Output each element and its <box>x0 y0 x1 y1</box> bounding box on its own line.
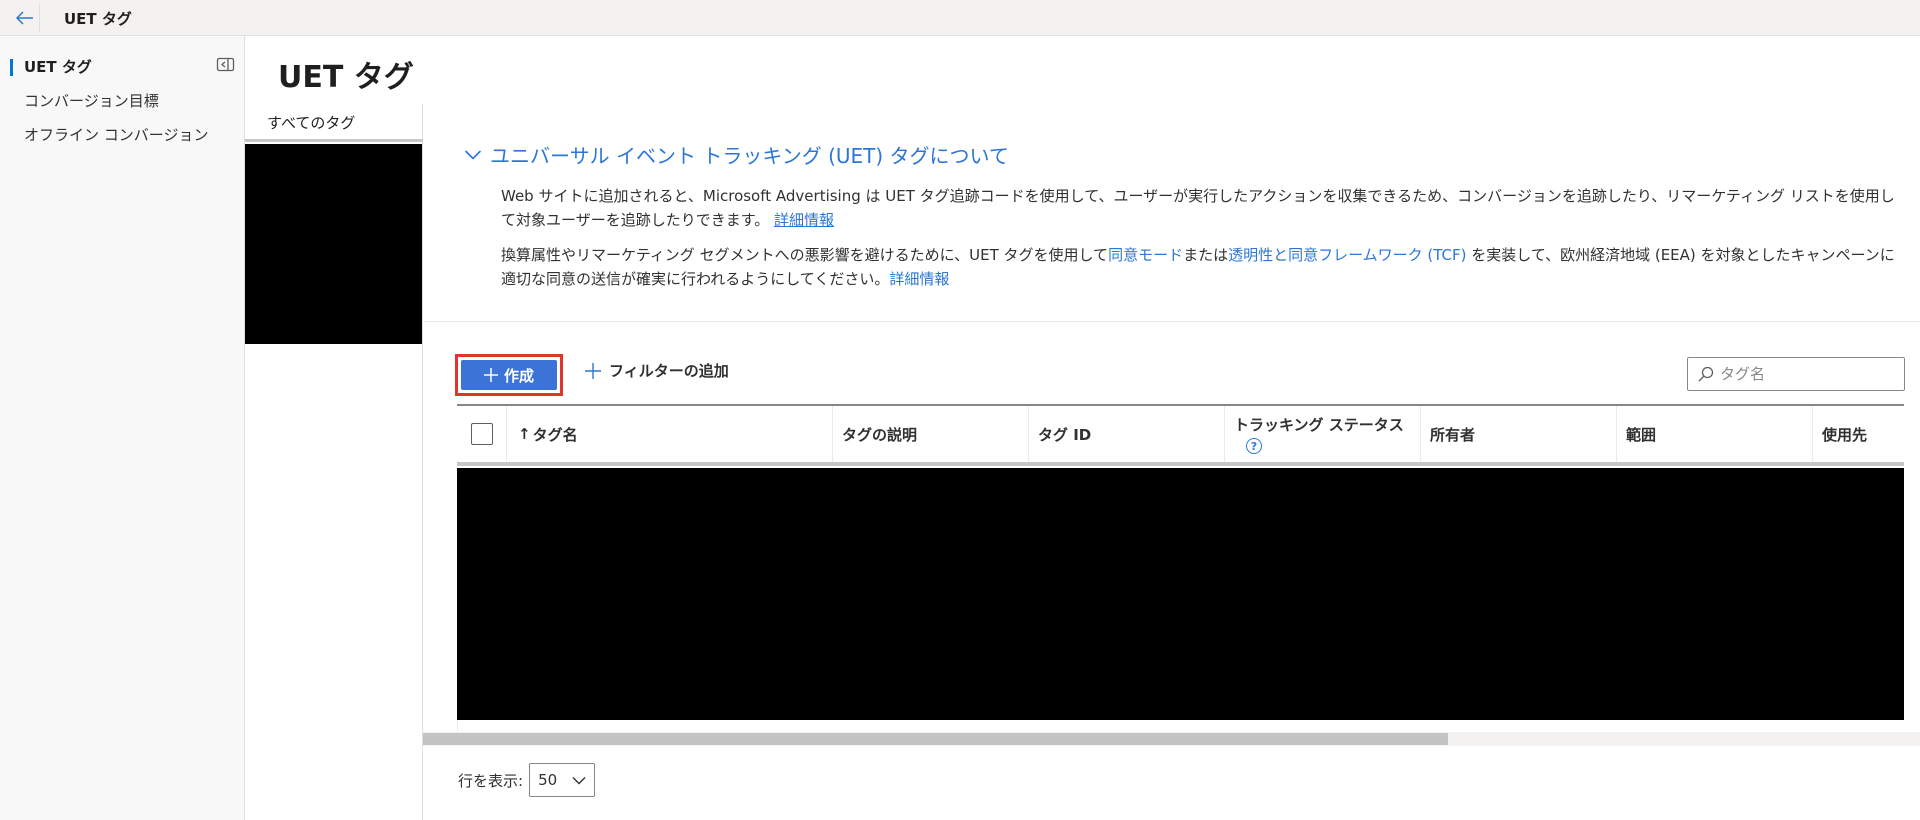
collapse-panel-icon <box>216 57 235 72</box>
column-label-used-by: 使用先 <box>1822 425 1868 444</box>
tab-all-tags[interactable]: すべてのタグ <box>245 104 423 142</box>
info-paragraph-1: Web サイトに追加されると、Microsoft Advertising は U… <box>501 184 1901 232</box>
learn-more-link-1[interactable]: 詳細情報 <box>774 211 834 229</box>
table-toolbar: 作成 フィルターの追加 <box>455 354 1905 396</box>
column-label-tracking-status: トラッキング ステータス <box>1234 416 1404 434</box>
table-row-remainder <box>457 720 1904 732</box>
add-filter-button[interactable]: フィルターの追加 <box>585 360 729 381</box>
sidebar-item-conversion-goals[interactable]: コンバージョン目標 <box>0 84 245 118</box>
rows-per-page: 行を表示: 50 <box>458 763 596 797</box>
top-bar: UET タグ <box>0 0 1920 36</box>
plus-icon <box>585 362 601 379</box>
sidebar: UET タグ コンバージョン目標 オフライン コンバージョン <box>0 36 245 820</box>
accordion-label: ユニバーサル イベント トラッキング (UET) タグについて <box>490 144 1009 168</box>
tcf-link[interactable]: 透明性と同意フレームワーク (TCF) <box>1228 246 1466 264</box>
uet-info-accordion[interactable]: ユニバーサル イベント トラッキング (UET) タグについて <box>464 140 1009 169</box>
create-button[interactable]: 作成 <box>461 360 557 390</box>
column-header-description[interactable]: タグの説明 <box>833 406 1029 462</box>
column-label-owner: 所有者 <box>1430 425 1476 444</box>
back-arrow-icon <box>15 11 33 25</box>
info-paragraph-2-text-a: 換算属性やリマーケティング セグメントへの悪影響を避けるために、UET タグを使… <box>501 246 1109 264</box>
sidebar-item-uet-tags[interactable]: UET タグ <box>0 50 245 84</box>
column-label-tag-id: タグ ID <box>1038 425 1092 444</box>
info-paragraph-2-text-b: または <box>1183 246 1229 264</box>
rows-per-page-value: 50 <box>538 771 558 789</box>
column-header-used-by[interactable]: 使用先 <box>1813 406 1904 462</box>
consent-mode-link[interactable]: 同意モード <box>1108 246 1183 264</box>
create-button-highlight: 作成 <box>455 354 563 396</box>
back-button[interactable] <box>10 4 40 32</box>
add-filter-label: フィルターの追加 <box>609 362 729 380</box>
column-header-owner[interactable]: 所有者 <box>1421 406 1617 462</box>
create-button-label: 作成 <box>503 366 534 385</box>
rows-per-page-select[interactable]: 50 <box>529 763 596 797</box>
sidebar-item-offline-conversions[interactable]: オフライン コンバージョン <box>0 118 245 152</box>
learn-more-link-2[interactable]: 詳細情報 <box>889 270 949 288</box>
column-header-tracking-status[interactable]: トラッキング ステータス ? <box>1225 406 1421 462</box>
redacted-region <box>245 144 422 344</box>
help-icon[interactable]: ? <box>1246 438 1262 454</box>
sort-ascending-icon: ↑ <box>518 425 531 443</box>
chevron-down-icon <box>572 776 586 784</box>
select-all-checkbox[interactable] <box>470 423 493 445</box>
info-section: ユニバーサル イベント トラッキング (UET) タグについて Web サイトに… <box>424 104 1920 322</box>
collapse-sidebar-button[interactable] <box>216 56 236 74</box>
topbar-title: UET タグ <box>64 10 132 28</box>
info-paragraph-1-text: Web サイトに追加されると、Microsoft Advertising は U… <box>501 187 1895 229</box>
redacted-table-body <box>457 468 1904 720</box>
column-label-description: タグの説明 <box>842 425 918 444</box>
page-title: UET タグ <box>278 60 414 95</box>
table-header: ↑ タグ名 タグの説明 タグ ID トラッキング ステータス ? 所有者 範囲 … <box>457 404 1904 466</box>
chevron-down-icon <box>464 149 482 160</box>
rows-per-page-label: 行を表示: <box>458 771 524 790</box>
column-header-tag-id[interactable]: タグ ID <box>1029 406 1225 462</box>
tag-list-panel: すべてのタグ <box>245 104 423 820</box>
column-label-tag-name: タグ名 <box>532 425 578 444</box>
search-icon <box>1698 366 1714 382</box>
info-paragraph-2: 換算属性やリマーケティング セグメントへの悪影響を避けるために、UET タグを使… <box>501 243 1901 291</box>
column-header-scope[interactable]: 範囲 <box>1617 406 1813 462</box>
column-label-scope: 範囲 <box>1626 425 1657 444</box>
search-box <box>1687 357 1905 391</box>
horizontal-scrollbar[interactable] <box>423 732 1920 746</box>
plus-icon <box>483 368 498 382</box>
select-all-cell <box>457 406 507 462</box>
tag-name-search-input[interactable] <box>1720 365 1890 383</box>
column-header-tag-name[interactable]: ↑ タグ名 <box>507 406 833 462</box>
scrollbar-thumb[interactable] <box>423 733 1448 745</box>
